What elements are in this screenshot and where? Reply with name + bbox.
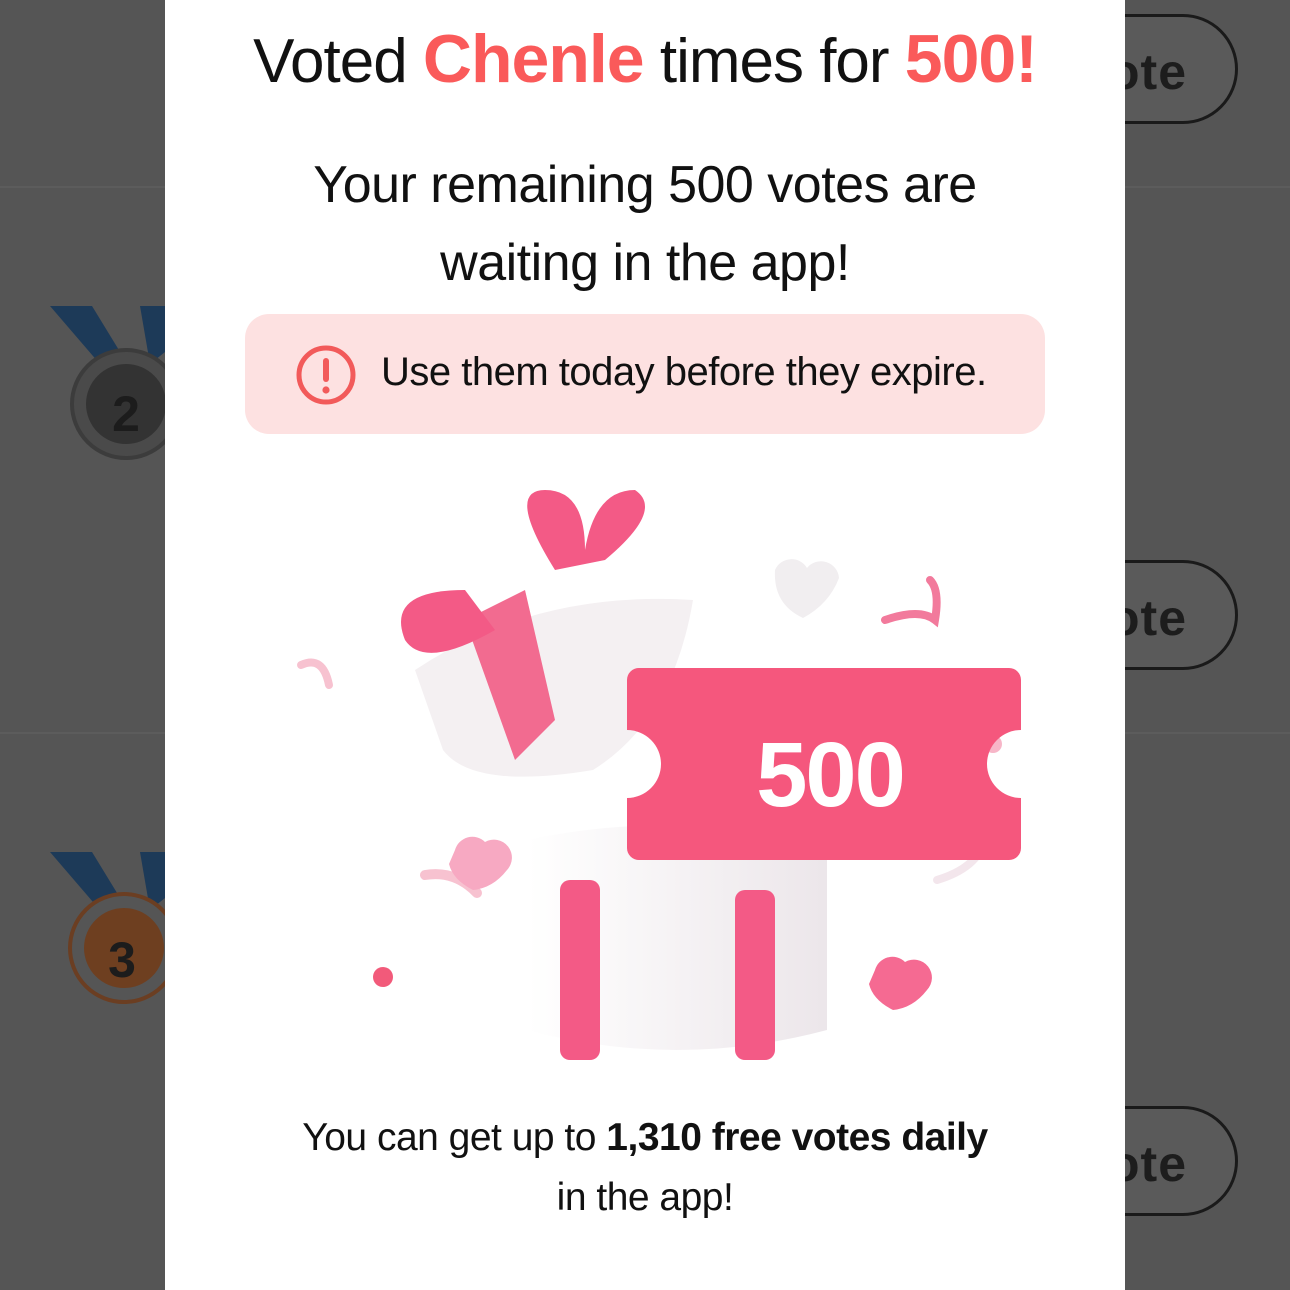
rank-number: 2 <box>112 386 140 442</box>
vote-result-modal: Voted Chenle times for 500! Your remaini… <box>165 0 1125 1290</box>
idol-name: Chenle <box>422 21 645 97</box>
footer-text: You can get up to 1,310 free votes daily… <box>302 1116 988 1219</box>
confetti-icon <box>297 658 333 689</box>
gift-box-illustration: 500 <box>265 490 1025 1070</box>
bronze-medal-icon: 3 <box>50 846 180 1016</box>
ticket-value: 500 <box>756 723 906 826</box>
confetti-dot-icon <box>373 967 393 987</box>
confetti-icon <box>881 576 941 628</box>
expiry-warning: Use them today before they expire. <box>245 314 1045 434</box>
warning-text: Use them today before they expire. <box>381 350 987 394</box>
modal-subtitle: Your remaining 500 votes are waiting in … <box>313 156 977 292</box>
heart-icon <box>774 559 839 618</box>
vote-amount: 500! <box>904 21 1038 97</box>
ribbon-bow-icon <box>527 490 645 570</box>
modal-title: Voted Chenle times for 500! <box>253 21 1038 97</box>
rank-number: 3 <box>108 932 136 988</box>
silver-medal-icon: 2 <box>50 300 180 470</box>
heart-icon <box>869 956 932 1010</box>
exclamation-circle-icon <box>296 345 356 405</box>
